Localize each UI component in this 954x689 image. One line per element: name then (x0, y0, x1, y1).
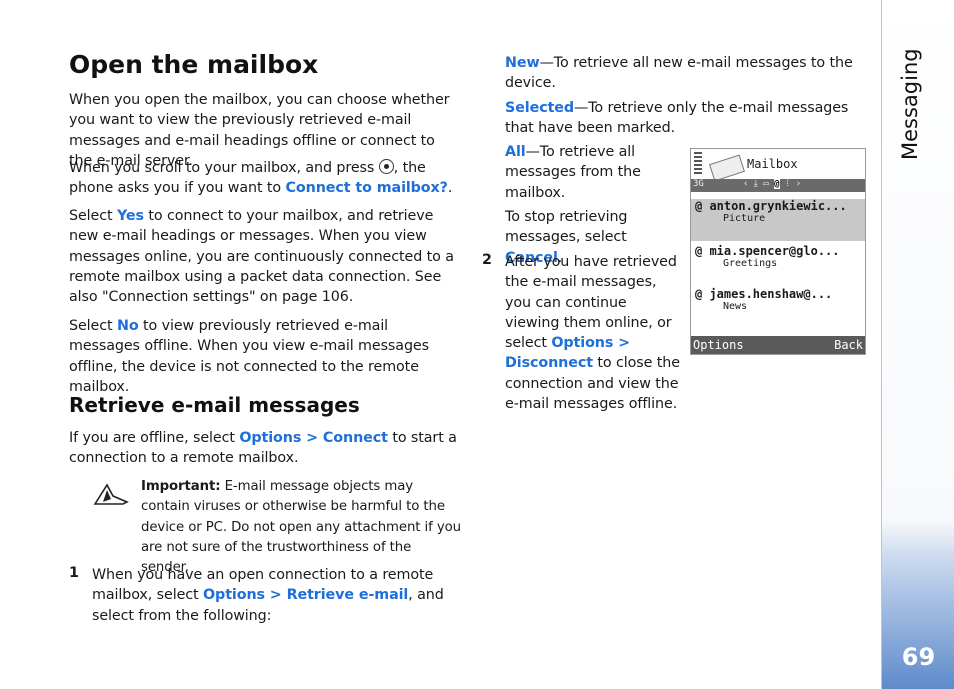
phone-screenshot: Mailbox 3G ‹ ⤓ ▭ @ ⁞ › @ anton.grynkiewic… (690, 148, 866, 355)
text: Select (69, 318, 113, 334)
all-option: All (505, 144, 526, 160)
text: —To retrieve all new e-mail messages to … (505, 55, 853, 92)
new-option-item: New—To retrieve all new e-mail messages … (505, 53, 865, 94)
mail-sender: james.henshaw@... (709, 287, 833, 301)
text: When you scroll to your mailbox, and pre… (69, 160, 375, 176)
new-option: New (505, 55, 540, 71)
step-number: 1 (69, 565, 79, 581)
warning-icon (93, 483, 129, 505)
chapter-sidebar: Messaging 69 (881, 0, 954, 689)
step-2: After you have retrieved the e-mail mess… (505, 252, 680, 414)
mail-item: @ james.henshaw@... News (691, 287, 865, 329)
mail-icon: @ (695, 199, 710, 213)
text: If you are offline, select (69, 430, 235, 446)
important-note: Important: E-mail message objects may co… (141, 477, 461, 578)
tab-icons: ‹ ⤓ ▭ @ ⁞ › (743, 179, 802, 189)
mail-subject: News (723, 301, 748, 312)
text: To stop retrieving messages, select (505, 209, 628, 246)
options-softkey: Options (693, 338, 744, 352)
options-retrieve-path: Options > Retrieve e-mail (203, 587, 409, 604)
scroll-paragraph: When you scroll to your mailbox, and pre… (69, 159, 453, 197)
chapter-title: Messaging (898, 48, 922, 160)
mail-sender: anton.grynkiewic... (709, 199, 847, 213)
network-indicator: 3G (693, 179, 704, 189)
signal-icon (694, 152, 702, 176)
joystick-icon (378, 159, 394, 174)
envelope-icon (709, 154, 745, 182)
step-number: 2 (482, 252, 492, 268)
mail-item: @ mia.spencer@glo... Greetings (691, 244, 865, 286)
yes-paragraph: Select Yes to connect to your mailbox, a… (69, 206, 461, 307)
connect-to-mailbox-option: Connect to mailbox? (285, 180, 448, 197)
page-number: 69 (901, 643, 936, 671)
no-option: No (116, 318, 139, 334)
no-paragraph: Select No to view previously retrieved e… (69, 316, 461, 397)
step-1: When you have an open connection to a re… (92, 565, 462, 626)
selected-option-item: Selected—To retrieve only the e-mail mes… (505, 98, 865, 139)
page-title: Open the mailbox (69, 50, 319, 79)
back-softkey: Back (834, 338, 863, 352)
text: —To retrieve all messages from the mailb… (505, 144, 641, 201)
mail-subject: Picture (723, 213, 766, 224)
mail-icon: @ (695, 287, 710, 301)
softkey-bar: Options Back (691, 336, 865, 354)
options-connect-path: Options > Connect (239, 430, 388, 446)
phone-title: Mailbox (747, 157, 798, 171)
mail-icon: @ (695, 244, 710, 258)
important-label: Important: (141, 479, 221, 494)
mail-subject: Greetings (723, 258, 778, 269)
mail-sender: mia.spencer@glo... (709, 244, 840, 258)
all-option-item: All—To retrieve all messages from the ma… (505, 142, 645, 203)
text: Select (69, 208, 113, 224)
tab-bar: 3G ‹ ⤓ ▭ @ ⁞ › (691, 179, 865, 192)
mail-item: @ anton.grynkiewic... Picture (691, 199, 865, 241)
section-heading: Retrieve e-mail messages (69, 393, 360, 417)
yes-option: Yes (116, 208, 144, 224)
selected-option: Selected (505, 100, 575, 116)
offline-paragraph: If you are offline, select Options > Con… (69, 428, 461, 469)
